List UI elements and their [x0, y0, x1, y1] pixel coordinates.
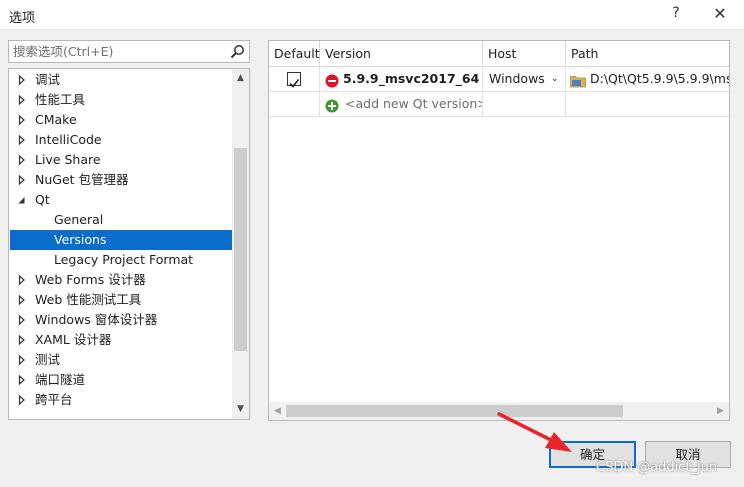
path-cell[interactable]: D:\Qt\Qt5.9.9\5.9.9\msv: [566, 67, 730, 92]
qt-versions-grid: Default Version Host Path 5.9.9_msvc2017…: [268, 40, 730, 421]
scroll-down-arrow-icon[interactable]: ▼: [232, 401, 249, 418]
options-category-tree: 调试性能工具 CMake IntelliCode Live Share NuGet 包管…: [8, 68, 250, 420]
tree-item[interactable]: CMake: [10, 110, 232, 130]
tree-scroll-thumb[interactable]: [234, 148, 247, 351]
tree-item[interactable]: Versions: [10, 230, 232, 250]
tree-item-label: IntelliCode: [35, 132, 102, 147]
tree-item-label: Versions: [54, 232, 107, 247]
tree-item[interactable]: Legacy Project Format: [10, 250, 232, 270]
collapsed-arrow-icon[interactable]: [17, 290, 27, 310]
collapsed-arrow-icon[interactable]: [17, 390, 27, 410]
scroll-left-arrow-icon[interactable]: ◀: [269, 402, 286, 420]
collapsed-arrow-icon[interactable]: [17, 70, 27, 90]
tree-item[interactable]: 测试: [10, 350, 232, 370]
tree-item[interactable]: 性能工具: [10, 90, 232, 110]
folder-icon[interactable]: [570, 72, 586, 88]
tree-item-label: 测试: [35, 352, 61, 367]
scroll-right-arrow-icon[interactable]: ▶: [712, 402, 729, 420]
tree-item[interactable]: General: [10, 210, 232, 230]
collapsed-arrow-icon[interactable]: [17, 330, 27, 350]
collapsed-arrow-icon[interactable]: [17, 370, 27, 390]
tree-item[interactable]: Web Forms 设计器: [10, 270, 232, 290]
tree-vertical-scrollbar[interactable]: ▲ ▼: [232, 69, 249, 419]
column-header-host[interactable]: Host: [483, 41, 566, 67]
tree-item-label: CMake: [35, 112, 77, 127]
tree-item-label: Qt: [35, 192, 50, 207]
chevron-down-icon[interactable]: ⌄: [551, 67, 559, 91]
scroll-up-arrow-icon[interactable]: ▲: [232, 70, 249, 87]
collapsed-arrow-icon[interactable]: [17, 90, 27, 110]
options-search-box[interactable]: [8, 40, 250, 63]
collapsed-arrow-icon[interactable]: [17, 310, 27, 330]
version-cell[interactable]: 5.9.9_msvc2017_64: [320, 67, 483, 92]
collapsed-arrow-icon[interactable]: [17, 270, 27, 290]
tree-item[interactable]: NuGet 包管理器: [10, 170, 232, 190]
tree-item[interactable]: XAML 设计器: [10, 330, 232, 350]
tree-item-label: Windows 窗体设计器: [35, 312, 158, 327]
tree-item[interactable]: IntelliCode: [10, 130, 232, 150]
tree-item[interactable]: 调试: [10, 70, 232, 90]
watermark: CSDN @addict_jun: [596, 460, 718, 475]
close-button[interactable]: ✕: [707, 4, 733, 26]
tree-item-label: NuGet 包管理器: [35, 172, 129, 187]
grid-scroll-thumb[interactable]: [286, 405, 623, 417]
tree-item-label: General: [54, 212, 104, 227]
column-header-path[interactable]: Path: [566, 41, 729, 67]
tree-item-label: Web Forms 设计器: [35, 272, 146, 287]
tree-item-label: Web 性能测试工具: [35, 292, 142, 307]
tree-item-label: 调试: [35, 72, 61, 87]
host-cell[interactable]: Windows ⌄: [483, 67, 566, 92]
expanded-arrow-icon[interactable]: [17, 190, 27, 210]
tree-item[interactable]: Windows 窗体设计器: [10, 310, 232, 330]
tree-item[interactable]: 跨平台: [10, 390, 232, 410]
tree-item[interactable]: Live Share: [10, 150, 232, 170]
tree-item-label: 跨平台: [35, 392, 73, 407]
collapsed-arrow-icon[interactable]: [17, 150, 27, 170]
search-icon[interactable]: [229, 43, 246, 60]
column-header-default[interactable]: Default: [269, 41, 320, 67]
window-title: 选项: [9, 11, 36, 26]
tree-item-label: Legacy Project Format: [54, 252, 194, 267]
options-search-input[interactable]: [13, 43, 223, 60]
tree-item[interactable]: 端口隧道: [10, 370, 232, 390]
column-header-version[interactable]: Version: [320, 41, 483, 67]
add-row-host-cell: [483, 92, 566, 117]
tree-item-label: XAML 设计器: [35, 332, 112, 347]
title-bar: 选项 ? ✕: [0, 0, 744, 30]
host-value: Windows: [489, 71, 545, 86]
tree-item[interactable]: Web 性能测试工具: [10, 290, 232, 310]
grid-horizontal-scrollbar[interactable]: ◀ ▶: [269, 402, 729, 420]
version-name: 5.9.9_msvc2017_64: [343, 71, 480, 86]
add-row-path-cell: [566, 92, 729, 117]
path-value: D:\Qt\Qt5.9.9\5.9.9\msv: [590, 71, 730, 86]
add-version-cell[interactable]: <add new Qt version>: [320, 92, 483, 117]
tree-item[interactable]: Qt: [10, 190, 232, 210]
add-version-label[interactable]: <add new Qt version>: [345, 92, 482, 116]
default-checkbox[interactable]: [287, 72, 301, 88]
collapsed-arrow-icon[interactable]: [17, 170, 27, 190]
help-button[interactable]: ?: [663, 5, 689, 27]
checkmark-icon: [289, 79, 300, 88]
error-icon: [325, 72, 339, 88]
tree-item-label: Live Share: [35, 152, 101, 167]
tree-item-label: 性能工具: [35, 92, 86, 107]
collapsed-arrow-icon[interactable]: [17, 130, 27, 150]
default-cell[interactable]: [269, 67, 320, 92]
collapsed-arrow-icon[interactable]: [17, 110, 27, 130]
add-row-default-cell: [269, 92, 320, 117]
collapsed-arrow-icon[interactable]: [17, 350, 27, 370]
tree-item-label: 端口隧道: [35, 372, 86, 387]
add-icon[interactable]: [325, 97, 339, 113]
